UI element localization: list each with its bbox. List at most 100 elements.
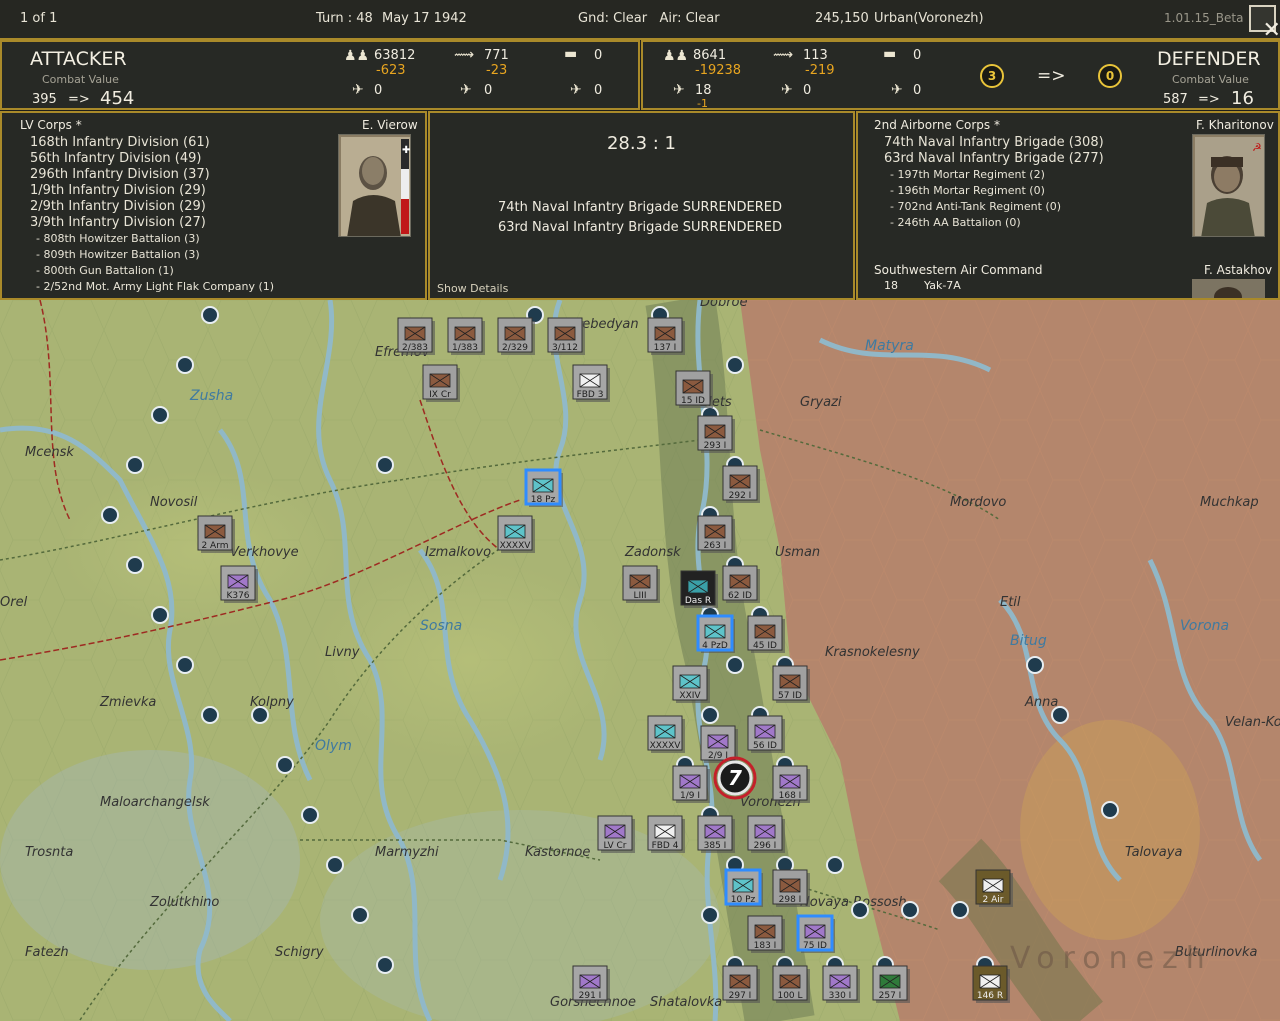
map-canvas[interactable]: McenskNovosilVerkhovyeOrelZmievka KolpnyM… xyxy=(0,300,1280,1021)
unit-counter[interactable]: 2/383 xyxy=(397,317,435,355)
unit-counter[interactable]: 168 I xyxy=(772,765,810,803)
unit-counter[interactable]: LV Cr xyxy=(597,815,635,853)
region-label: Voronezh xyxy=(1010,941,1213,976)
air-count: 18 xyxy=(884,279,898,292)
unit-counter[interactable]: XXIV xyxy=(672,665,710,703)
attacker-men-loss: -623 xyxy=(376,63,406,78)
unit-counter-label: K376 xyxy=(226,591,249,601)
unit-counter[interactable]: 291 I xyxy=(572,965,610,1003)
unit-counter[interactable]: 2/329 xyxy=(497,317,535,355)
unit-counter[interactable]: 100 L xyxy=(772,965,810,1003)
unit-counter-label: 2/383 xyxy=(402,343,428,353)
unit-counter[interactable]: Das R xyxy=(680,570,718,608)
unit-counter[interactable]: 56 ID xyxy=(747,715,785,753)
unit-counter[interactable]: 263 I xyxy=(697,515,735,553)
unit-counter-label: 330 I xyxy=(829,991,852,1001)
unit-counter[interactable]: 146 R xyxy=(972,965,1010,1003)
top-info-bar: 1 of 1 Turn : 48 May 17 1942 Gnd: Clear … xyxy=(0,0,1280,43)
unit-counter[interactable]: 45 ID xyxy=(747,615,785,653)
unit-counter[interactable]: 1/383 xyxy=(447,317,485,355)
unit-counter-label: 57 ID xyxy=(778,691,802,701)
unit-counter[interactable]: XXXXV xyxy=(497,515,535,553)
list-item: - 2/52nd Mot. Army Light Flak Company (1… xyxy=(36,280,275,293)
supply-marker xyxy=(151,606,169,624)
supply-marker xyxy=(951,901,969,919)
unit-counter-label: 1/9 I xyxy=(680,791,700,801)
unit-counter[interactable]: 18 Pz xyxy=(524,468,563,507)
unit-counter[interactable]: 3/112 xyxy=(547,317,585,355)
supply-marker xyxy=(901,901,919,919)
supply-marker xyxy=(301,806,319,824)
unit-counter[interactable]: 293 I xyxy=(697,415,735,453)
defender-corps-name[interactable]: 2nd Airborne Corps * xyxy=(874,118,1000,132)
list-item[interactable]: 2/9th Infantry Division (29) xyxy=(30,199,210,215)
unit-counter-label: LIII xyxy=(634,591,647,601)
list-item[interactable]: 74th Naval Infantry Brigade (308) xyxy=(884,135,1104,151)
unit-counter[interactable]: XXXXV xyxy=(647,715,685,753)
strategic-map[interactable]: Mcensk Novosil Verkhovye Orel Zmievka Kolpny M… xyxy=(0,300,1280,1021)
unit-counter[interactable]: FBD 3 xyxy=(572,364,610,402)
fighter-icon: ✈ xyxy=(352,82,364,98)
unit-counter[interactable]: 62 ID xyxy=(722,565,760,603)
supply-marker xyxy=(276,756,294,774)
unit-counter[interactable]: FBD 4 xyxy=(647,815,685,853)
map-place-label: Kastornoe xyxy=(525,845,590,860)
map-place-label: Olym xyxy=(315,738,352,754)
tank-icon: ▬ xyxy=(883,46,897,62)
unit-counter-label: 298 I xyxy=(779,895,802,905)
defender-leader-portrait[interactable]: ☭ xyxy=(1192,134,1265,237)
unit-counter[interactable]: 75 ID xyxy=(796,914,835,953)
unit-counter[interactable]: 330 I xyxy=(822,965,860,1003)
unit-counter-label: 297 I xyxy=(729,991,752,1001)
unit-counter[interactable]: 385 I xyxy=(697,815,735,853)
attacker-tanks: 0 xyxy=(594,48,603,63)
unit-counter[interactable]: 296 I xyxy=(747,815,785,853)
unit-counter-label: 296 I xyxy=(754,841,777,851)
weather-label: Gnd: Clear Air: Clear xyxy=(578,11,720,26)
list-item[interactable]: 56th Infantry Division (49) xyxy=(30,151,210,167)
unit-counter[interactable]: 297 I xyxy=(722,965,760,1003)
unit-counter[interactable]: LIII xyxy=(622,565,660,603)
attacker-leader-name: E. Vierow xyxy=(362,118,418,132)
list-item[interactable]: 168th Infantry Division (61) xyxy=(30,135,210,151)
close-button[interactable]: ✕ xyxy=(1249,5,1280,43)
unit-counter[interactable]: IX Cr xyxy=(422,364,460,402)
unit-counter[interactable]: 10 Pz xyxy=(724,868,763,907)
result-line: 74th Naval Infantry Brigade SURRENDERED xyxy=(498,200,782,215)
unit-counter[interactable]: 4 PzD xyxy=(696,614,735,653)
unit-counter[interactable]: 183 I xyxy=(747,915,785,953)
bomber-icon: ✈ xyxy=(781,82,793,98)
map-place-label: Sosna xyxy=(420,618,462,634)
unit-counter[interactable]: 137 I xyxy=(647,317,685,355)
list-item[interactable]: 1/9th Infantry Division (29) xyxy=(30,183,210,199)
unit-counter-label: FBD 3 xyxy=(577,390,604,400)
unit-counter-label: 292 I xyxy=(729,491,752,501)
list-item[interactable]: 296th Infantry Division (37) xyxy=(30,167,210,183)
svg-text:☭: ☭ xyxy=(1252,141,1262,154)
bomber-icon: ✈ xyxy=(460,82,472,98)
svg-text:✚: ✚ xyxy=(402,145,410,156)
odds-ratio: 28.3 : 1 xyxy=(606,133,677,154)
battle-marker[interactable]: 7 xyxy=(713,756,757,800)
unit-counter[interactable]: 292 I xyxy=(722,465,760,503)
map-place-label: Izmalkovo xyxy=(425,545,491,560)
unit-counter[interactable]: K376 xyxy=(220,565,258,603)
unit-counter[interactable]: 2 Arm xyxy=(197,515,235,553)
unit-counter[interactable]: 257 I xyxy=(872,965,910,1003)
map-place-label: Talovaya xyxy=(1125,845,1182,860)
men-icon: ♟♟ xyxy=(344,48,370,64)
unit-counter[interactable]: 57 ID xyxy=(772,665,810,703)
attacker-corps-name[interactable]: LV Corps * xyxy=(20,118,82,132)
unit-counter[interactable]: 298 I xyxy=(772,869,810,907)
unit-counter[interactable]: 15 ID xyxy=(675,370,713,408)
list-item[interactable]: 3/9th Infantry Division (27) xyxy=(30,215,210,231)
unit-counter[interactable]: 1/9 I xyxy=(672,765,710,803)
attacker-leader-portrait[interactable]: ✚ xyxy=(338,134,411,237)
unit-counter[interactable]: 2 Air xyxy=(975,869,1013,907)
unit-counter-label: XXXXV xyxy=(650,741,682,751)
supply-marker xyxy=(376,456,394,474)
transport-icon: ✈ xyxy=(570,82,582,98)
list-item[interactable]: 63rd Naval Infantry Brigade (277) xyxy=(884,151,1104,167)
unit-counter-label: 4 PzD xyxy=(702,641,728,651)
show-details-link[interactable]: Show Details xyxy=(437,282,508,295)
